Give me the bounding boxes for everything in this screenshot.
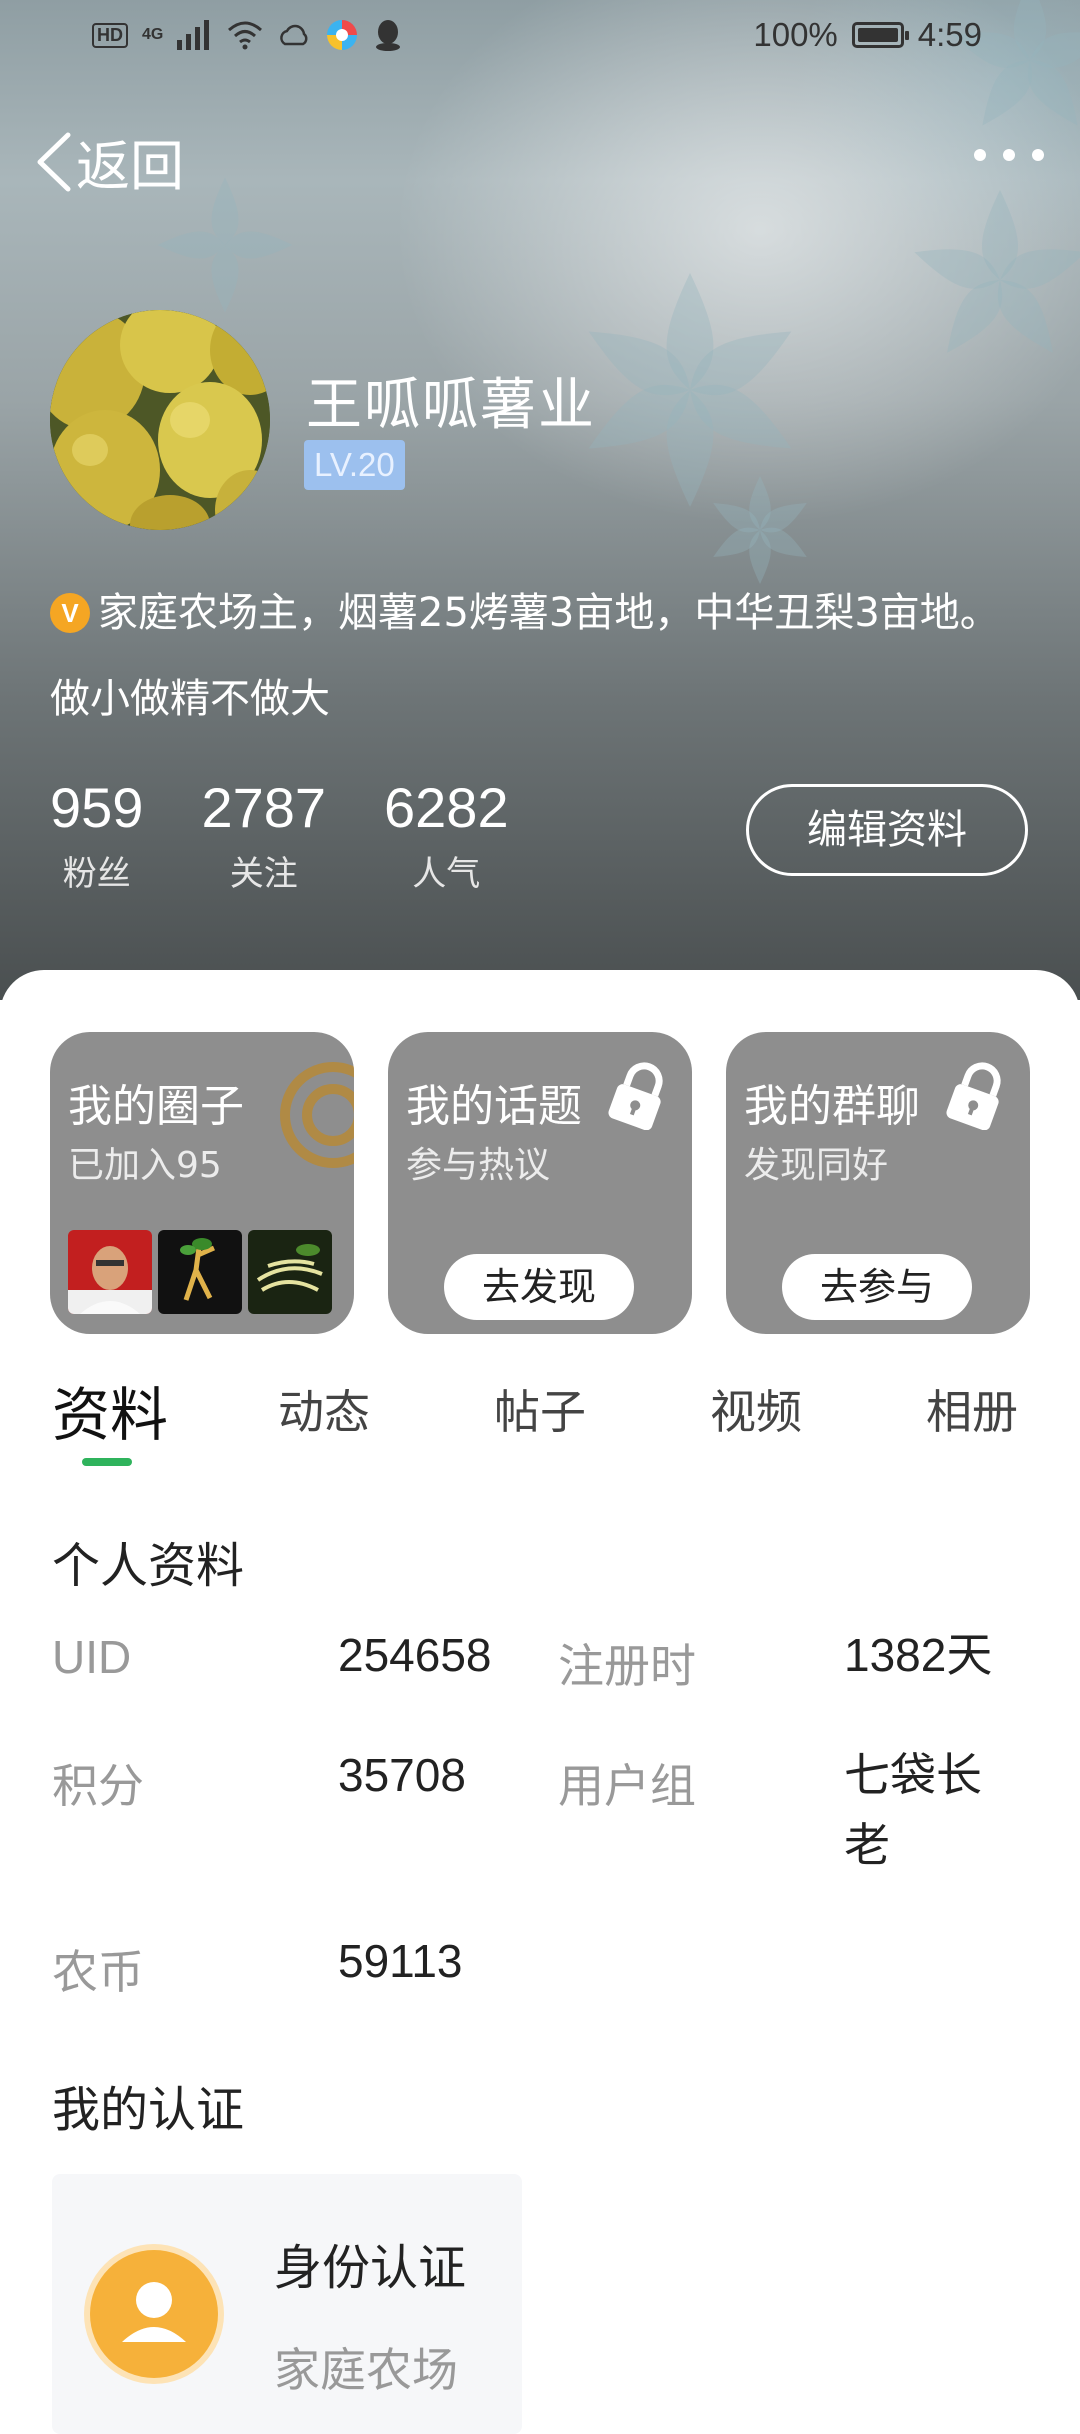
tab-videos[interactable]: 视频 bbox=[710, 1376, 802, 1442]
identity-certification-card[interactable]: 身份认证 家庭农场 bbox=[52, 2174, 522, 2434]
profile-header: HD 4G 100% 4:59 返回 王呱呱薯业 LV.20 V 家庭农场主，烟… bbox=[0, 0, 1080, 1000]
circle-thumbnail[interactable] bbox=[158, 1230, 242, 1314]
card-title: 我的圈子 bbox=[68, 1081, 244, 1132]
verified-icon: V bbox=[50, 593, 90, 633]
user-icon bbox=[90, 2250, 218, 2378]
personal-info-title: 个人资料 bbox=[52, 1538, 245, 1594]
card-subtitle: 发现同好 bbox=[744, 1145, 889, 1186]
info-key-uid: UID bbox=[52, 1631, 132, 1683]
info-value-uid: 254658 bbox=[338, 1629, 492, 1681]
card-title: 我的话题 bbox=[406, 1081, 582, 1132]
clock: 4:59 bbox=[917, 16, 982, 53]
card-subtitle: 已加入95 bbox=[68, 1145, 222, 1186]
active-tab-indicator bbox=[82, 1458, 132, 1466]
my-group-chats-card[interactable]: 我的群聊 发现同好 去参与 bbox=[726, 1032, 1030, 1334]
circle-thumbnail[interactable] bbox=[248, 1230, 332, 1314]
my-topics-card[interactable]: 我的话题 参与热议 去发现 bbox=[388, 1032, 692, 1334]
stat-fans[interactable]: 959 粉丝 bbox=[50, 776, 143, 895]
edit-profile-button[interactable]: 编辑资料 bbox=[746, 784, 1028, 876]
qq-icon bbox=[376, 20, 401, 51]
stat-following[interactable]: 2787 关注 bbox=[201, 776, 326, 895]
profile-stats: 959 粉丝 2787 关注 6282 人气 bbox=[50, 776, 567, 895]
bio: V 家庭农场主，烟薯25烤薯3亩地，中华丑梨3亩地。 做小做精不做大 bbox=[50, 570, 1080, 742]
info-key-coins: 农币 bbox=[52, 1945, 144, 1999]
user-group-line-2: 老 bbox=[844, 1818, 890, 1872]
my-circles-card[interactable]: 我的圈子 已加入95 bbox=[50, 1032, 354, 1334]
feature-cards: 我的圈子 已加入95 我的话题 参与热议 去发现 我的群聊 发现同好 去参与 bbox=[50, 1032, 1030, 1334]
discover-button[interactable]: 去发现 bbox=[444, 1254, 634, 1320]
info-key-user-group: 用户组 bbox=[558, 1759, 696, 1813]
certification-card-title: 身份认证 bbox=[274, 2240, 467, 2296]
user-group-line-1: 七袋长 bbox=[844, 1748, 982, 1802]
stat-value: 6282 bbox=[384, 776, 509, 839]
back-button[interactable]: 返回 bbox=[34, 122, 184, 201]
circle-ring-icon bbox=[280, 1062, 354, 1168]
info-key-points: 积分 bbox=[52, 1759, 144, 1813]
battery-percent: 100% bbox=[753, 16, 838, 53]
back-label: 返回 bbox=[76, 135, 184, 198]
weather-icon bbox=[280, 24, 308, 46]
info-value-registered: 1382天 bbox=[844, 1629, 993, 1681]
status-bar: HD 4G 100% 4:59 bbox=[0, 0, 1080, 80]
stat-value: 2787 bbox=[201, 776, 327, 839]
level-badge: LV.20 bbox=[304, 440, 405, 490]
app-notification-icon bbox=[327, 20, 358, 50]
stat-popularity[interactable]: 6282 人气 bbox=[384, 776, 509, 895]
avatar[interactable] bbox=[50, 310, 270, 530]
bio-line-1: 家庭农场主，烟薯25烤薯3亩地，中华丑梨3亩地。 bbox=[98, 590, 1000, 636]
info-key-registered: 注册时 bbox=[558, 1639, 696, 1693]
stat-value: 959 bbox=[50, 776, 144, 839]
tab-posts[interactable]: 帖子 bbox=[494, 1376, 586, 1442]
card-title: 我的群聊 bbox=[744, 1081, 920, 1132]
circle-thumbnail[interactable] bbox=[68, 1230, 152, 1314]
lock-icon bbox=[946, 1062, 1001, 1130]
hd-indicator: HD bbox=[92, 22, 128, 48]
chevron-left-icon bbox=[37, 132, 71, 191]
stat-label: 人气 bbox=[412, 854, 481, 894]
network-type: 4G bbox=[142, 26, 164, 43]
lock-icon bbox=[608, 1062, 663, 1130]
profile-content: 我的圈子 已加入95 我的话题 参与热议 去发现 我的群聊 发现同好 去参与 资… bbox=[0, 970, 1080, 2434]
pear-photo bbox=[50, 310, 270, 530]
battery-icon bbox=[851, 22, 909, 48]
info-value-points: 35708 bbox=[338, 1749, 466, 1801]
floral-background-decoration bbox=[914, 190, 1080, 353]
tab-activity[interactable]: 动态 bbox=[278, 1376, 370, 1442]
card-subtitle: 参与热议 bbox=[406, 1145, 551, 1186]
tab-profile-info[interactable]: 资料 bbox=[52, 1368, 168, 1452]
bio-line-2: 做小做精不做大 bbox=[50, 676, 330, 722]
circle-thumbnails bbox=[68, 1230, 332, 1314]
info-value-coins: 59113 bbox=[338, 1935, 463, 1987]
signal-icon bbox=[177, 20, 210, 50]
certification-card-subtitle: 家庭农场 bbox=[274, 2343, 458, 2397]
certification-title: 我的认证 bbox=[52, 2082, 245, 2138]
tab-albums[interactable]: 相册 bbox=[926, 1376, 1018, 1442]
username: 王呱呱薯业 bbox=[306, 373, 596, 438]
info-value-user-group: 七袋长 老 bbox=[844, 1740, 982, 1880]
join-button[interactable]: 去参与 bbox=[782, 1254, 972, 1320]
stat-label: 关注 bbox=[229, 854, 298, 894]
stat-label: 粉丝 bbox=[62, 854, 131, 894]
profile-tabs: 资料 动态 帖子 视频 相册 bbox=[0, 1376, 1080, 1466]
wifi-icon bbox=[228, 21, 263, 50]
more-dots-icon[interactable] bbox=[974, 140, 1044, 170]
